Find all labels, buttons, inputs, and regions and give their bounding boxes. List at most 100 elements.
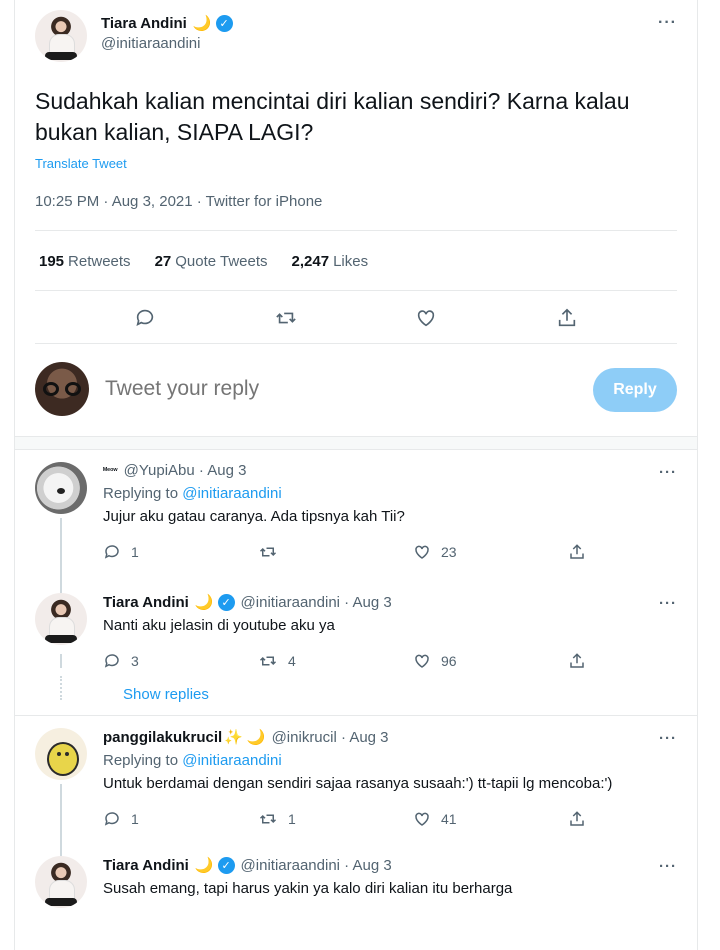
reply-tweet[interactable]: ᴹᵉᵒʷ @YupiAbu · Aug 3 Replying to @initi… xyxy=(35,450,677,563)
quotes-label: Quote Tweets xyxy=(175,253,268,270)
author-name-line: Tiara Andini 🌙 ✓ xyxy=(101,14,233,32)
replying-to-link[interactable]: @initiaraandini xyxy=(182,752,281,769)
avatar[interactable] xyxy=(35,856,87,908)
comment-icon xyxy=(104,654,119,668)
main-tweet: Tiara Andini 🌙 ✓ @initiaraandini ··· Sud… xyxy=(15,0,697,344)
author-block: Tiara Andini 🌙 ✓ @initiaraandini xyxy=(101,14,233,52)
more-icon[interactable]: ··· xyxy=(659,730,677,747)
author-name[interactable]: Tiara Andini xyxy=(101,15,187,32)
reply-tweet[interactable]: panggilakukrucil ✨ 🌙 @inikrucil · Aug 3 … xyxy=(35,716,677,830)
likes-stat[interactable]: 2,247 Likes xyxy=(292,253,369,270)
retweet-count: 4 xyxy=(288,653,296,669)
replying-prefix: Replying to xyxy=(103,485,179,502)
moon-emoji: 🌙 xyxy=(192,15,212,32)
reply-author-handle[interactable]: @initiaraandini · Aug 3 xyxy=(241,857,392,874)
reply-like[interactable]: 96 xyxy=(413,652,568,670)
tweet-meta[interactable]: 10:25 PM · Aug 3, 2021 · Twitter for iPh… xyxy=(35,193,677,230)
moon-emoji: 🌙 xyxy=(194,857,214,874)
like-count: 96 xyxy=(441,653,457,669)
reply-retweet[interactable]: 4 xyxy=(258,652,413,670)
avatar[interactable] xyxy=(35,728,87,780)
tweet-actions xyxy=(35,291,677,343)
share-icon[interactable] xyxy=(568,543,598,561)
verified-icon: ✓ xyxy=(217,593,235,611)
replying-to: Replying to @initiaraandini xyxy=(103,485,677,502)
reply-button[interactable]: Reply xyxy=(593,368,677,412)
likes-count: 2,247 xyxy=(291,253,330,270)
thread-dots xyxy=(60,676,62,700)
moon-emoji: 🌙 xyxy=(194,594,214,611)
retweet-icon[interactable] xyxy=(273,305,299,331)
heart-icon xyxy=(415,654,429,668)
heart-icon xyxy=(415,545,429,559)
reply-actions: 1 23 xyxy=(103,541,677,563)
reply-comment[interactable]: 1 xyxy=(103,543,258,561)
reply-author-handle[interactable]: @initiaraandini · Aug 3 xyxy=(241,594,392,611)
avatar[interactable] xyxy=(35,10,87,62)
reply-like[interactable]: 41 xyxy=(413,810,568,828)
reply-body: ᴹᵉᵒʷ @YupiAbu · Aug 3 Replying to @initi… xyxy=(103,462,677,563)
reply-input[interactable] xyxy=(105,377,505,401)
reply-retweet[interactable]: 1 xyxy=(258,810,413,828)
retweets-count: 195 xyxy=(39,253,65,270)
retweet-icon xyxy=(259,814,277,824)
reply-author-handle[interactable]: @YupiAbu · Aug 3 xyxy=(124,462,247,479)
avatar[interactable] xyxy=(35,462,87,514)
reply-tweet[interactable]: Tiara Andini 🌙 ✓ @initiaraandini · Aug 3… xyxy=(35,830,677,908)
tweet-header: Tiara Andini 🌙 ✓ @initiaraandini xyxy=(35,10,677,62)
share-icon[interactable] xyxy=(568,810,598,828)
share-icon[interactable] xyxy=(554,305,580,331)
reply-comment[interactable]: 3 xyxy=(103,652,258,670)
reply-like[interactable]: 23 xyxy=(413,543,568,561)
retweets-label: Retweets xyxy=(68,253,131,270)
tweet-text: Sudahkah kalian mencintai diri kalian se… xyxy=(35,88,630,145)
reply-actions: 1 1 41 xyxy=(103,808,677,830)
section-separator xyxy=(15,436,697,450)
heart-icon[interactable] xyxy=(413,305,439,331)
like-count: 23 xyxy=(441,544,457,560)
reply-count: 1 xyxy=(131,811,139,827)
reply-thread: ᴹᵉᵒʷ @YupiAbu · Aug 3 Replying to @initi… xyxy=(15,450,697,715)
reply-composer: Reply xyxy=(15,344,697,436)
likes-label: Likes xyxy=(333,253,369,270)
reply-body: panggilakukrucil ✨ 🌙 @inikrucil · Aug 3 … xyxy=(103,728,677,830)
reply-author-name[interactable]: Tiara Andini xyxy=(103,594,189,611)
reply-body: Tiara Andini 🌙 ✓ @initiaraandini · Aug 3… xyxy=(103,856,677,908)
reply-text: Nanti aku jelasin di youtube aku ya xyxy=(103,617,335,634)
author-handle[interactable]: @initiaraandini xyxy=(101,35,233,52)
share-icon[interactable] xyxy=(568,652,598,670)
verified-icon: ✓ xyxy=(217,856,235,874)
reply-header: Tiara Andini 🌙 ✓ @initiaraandini · Aug 3 xyxy=(103,593,677,611)
heart-icon xyxy=(415,812,429,826)
tweet-thread: Tiara Andini 🌙 ✓ @initiaraandini ··· Sud… xyxy=(14,0,698,950)
reply-actions: 3 4 96 xyxy=(103,650,677,672)
reply-comment[interactable]: 1 xyxy=(103,810,258,828)
replying-to-link[interactable]: @initiaraandini xyxy=(182,485,281,502)
translate-link[interactable]: Translate Tweet xyxy=(35,156,677,171)
more-icon[interactable]: ··· xyxy=(659,858,677,875)
reply-header: Tiara Andini 🌙 ✓ @initiaraandini · Aug 3 xyxy=(103,856,677,874)
reply-body: Tiara Andini 🌙 ✓ @initiaraandini · Aug 3… xyxy=(103,593,677,672)
reply-retweet[interactable] xyxy=(258,543,413,561)
reply-author-name[interactable]: panggilakukrucil xyxy=(103,729,222,746)
thread-line xyxy=(60,654,62,668)
comment-icon[interactable] xyxy=(132,305,158,331)
show-replies-label[interactable]: Show replies xyxy=(123,686,209,703)
more-icon[interactable]: ··· xyxy=(659,464,677,481)
avatar[interactable] xyxy=(35,362,89,416)
reply-tweet[interactable]: Tiara Andini 🌙 ✓ @initiaraandini · Aug 3… xyxy=(35,563,677,672)
reply-header: ᴹᵉᵒʷ @YupiAbu · Aug 3 xyxy=(103,462,677,479)
reply-author-name[interactable]: Tiara Andini xyxy=(103,857,189,874)
reply-author-handle[interactable]: @inikrucil · Aug 3 xyxy=(272,729,389,746)
more-icon[interactable]: ··· xyxy=(659,595,677,612)
more-icon[interactable]: ··· xyxy=(658,14,677,32)
avatar[interactable] xyxy=(35,593,87,645)
comment-icon xyxy=(104,545,119,559)
retweets-stat[interactable]: 195 Retweets xyxy=(39,253,131,270)
quotes-stat[interactable]: 27 Quote Tweets xyxy=(155,253,268,270)
moon-emoji: 🌙 xyxy=(246,729,266,746)
show-replies-link[interactable]: Show replies xyxy=(35,654,677,715)
retweet-icon xyxy=(259,656,277,666)
replying-prefix: Replying to xyxy=(103,752,179,769)
reply-author-name[interactable]: ᴹᵉᵒʷ xyxy=(103,466,118,475)
